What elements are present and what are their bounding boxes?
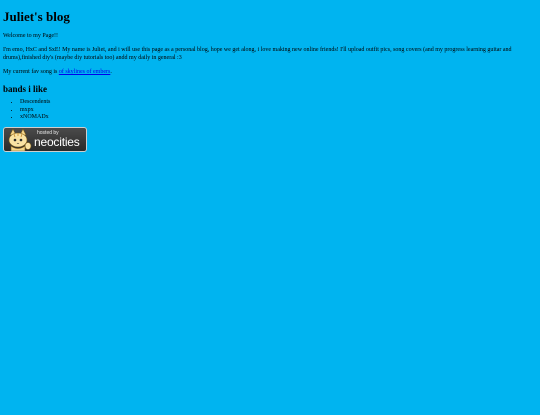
badge-neocities: neocities — [34, 134, 80, 149]
band-item: mxpx — [20, 107, 537, 115]
page-title: Juliet's blog — [3, 9, 70, 24]
bands-heading: bands i like — [3, 84, 48, 94]
fav-song-suffix: . — [110, 69, 112, 75]
bands-list: Descendents mxpx xNOMADx — [3, 99, 537, 122]
band-item: xNOMADx — [20, 114, 537, 122]
intro-paragraph: I'm emo, HxC and SxE! My name is Juliet,… — [3, 47, 512, 61]
fav-song-link[interactable]: of skylines of embers — [59, 69, 111, 75]
cat-mascot-icon — [8, 127, 32, 151]
neocities-badge[interactable]: hosted by neocities — [3, 126, 87, 152]
badge-text: hosted by neocities — [34, 130, 80, 149]
band-item: Descendents — [20, 99, 537, 107]
welcome-text: Welcome to my Page!! — [3, 33, 58, 39]
fav-song-prefix: My current fav song is — [3, 69, 59, 75]
fav-song-paragraph: My current fav song is of skylines of em… — [3, 68, 537, 76]
page-content: Juliet's blog Welcome to my Page!! I'm e… — [0, 10, 540, 152]
